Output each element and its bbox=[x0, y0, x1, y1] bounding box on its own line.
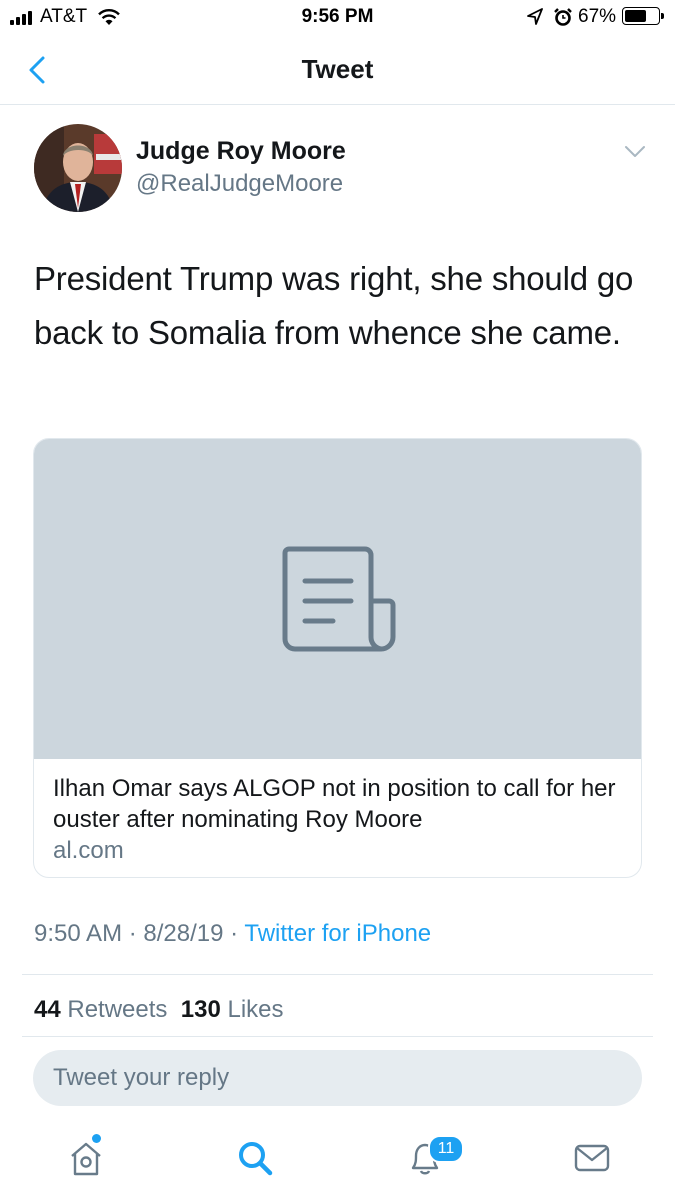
status-time: 9:56 PM bbox=[301, 6, 374, 27]
alarm-icon bbox=[554, 8, 572, 26]
author-name[interactable]: Judge Roy Moore bbox=[136, 137, 346, 166]
status-bar: AT&T 9:56 PM 67% bbox=[0, 0, 675, 36]
home-icon[interactable] bbox=[64, 1136, 108, 1180]
nav-bar: Tweet bbox=[0, 36, 675, 105]
chevron-down-icon[interactable] bbox=[624, 144, 646, 160]
retweets-label: Retweets bbox=[67, 996, 168, 1023]
tweet-text: President Trump was right, she should go… bbox=[34, 260, 634, 351]
messages-icon[interactable] bbox=[570, 1136, 614, 1180]
divider bbox=[22, 974, 653, 975]
card-title: Ilhan Omar says ALGOP not in position to… bbox=[53, 775, 616, 833]
page-title: Tweet bbox=[301, 54, 374, 84]
home-new-dot bbox=[92, 1134, 101, 1143]
battery-icon bbox=[622, 7, 664, 25]
likes-link[interactable]: 130 Likes bbox=[181, 996, 284, 1023]
retweets-link[interactable]: 44 Retweets bbox=[34, 996, 167, 1023]
battery-percent: 67% bbox=[578, 6, 617, 27]
likes-label: Likes bbox=[227, 996, 284, 1023]
tweet-stats: 44 Retweets 130 Likes bbox=[34, 996, 284, 1024]
search-icon[interactable] bbox=[233, 1136, 277, 1180]
notifications-badge: 11 bbox=[428, 1135, 464, 1163]
meta-separator: · bbox=[128, 920, 137, 947]
likes-count: 130 bbox=[180, 996, 221, 1023]
retweets-count: 44 bbox=[34, 996, 61, 1023]
card-domain: al.com bbox=[53, 837, 124, 864]
tweet-meta: 9:50 AM · 8/28/19 · Twitter for iPhone bbox=[34, 920, 431, 948]
reply-input[interactable]: Tweet your reply bbox=[33, 1050, 642, 1106]
divider bbox=[22, 1036, 653, 1037]
link-card[interactable]: Ilhan Omar says ALGOP not in position to… bbox=[33, 438, 642, 878]
avatar[interactable] bbox=[34, 124, 122, 212]
tweet-source-link[interactable]: Twitter for iPhone bbox=[244, 920, 431, 947]
tweet-time: 9:50 AM bbox=[34, 920, 123, 947]
author-handle[interactable]: @RealJudgeMoore bbox=[136, 170, 343, 198]
reply-placeholder: Tweet your reply bbox=[53, 1064, 230, 1091]
card-image-placeholder bbox=[34, 439, 641, 759]
meta-separator: · bbox=[230, 920, 239, 947]
article-icon bbox=[282, 546, 396, 652]
location-icon bbox=[527, 8, 543, 25]
tweet-date: 8/28/19 bbox=[143, 920, 224, 947]
